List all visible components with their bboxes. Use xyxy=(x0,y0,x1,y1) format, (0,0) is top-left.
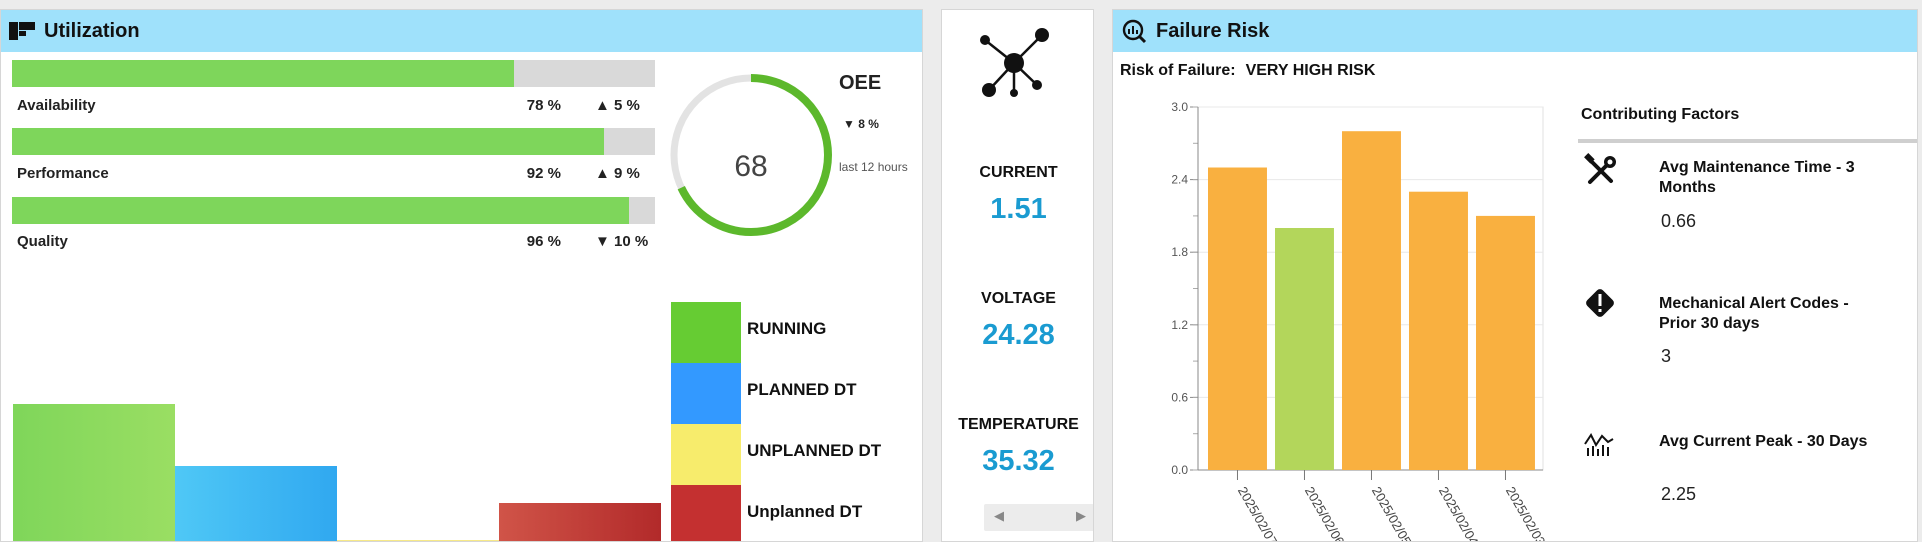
performance-label: Performance xyxy=(17,165,109,182)
utilization-panel: Utilization Availability 78 % ▲ 5 % Perf… xyxy=(0,9,923,542)
network-hub-icon xyxy=(974,18,1054,103)
risk-bar-chart: 0.0 0.6 1.2 1.8 2.4 3.0 2025/02/07 2025/02/06 20… xyxy=(1171,100,1549,542)
oee-title: OEE xyxy=(839,72,882,94)
performance-delta: ▲ 9 % xyxy=(595,165,640,182)
temperature-value: 35.32 xyxy=(982,445,1055,477)
oee-value: 68 xyxy=(734,150,768,183)
oee-gauge: 68 xyxy=(666,70,836,240)
y-tick-label: 2.4 xyxy=(1171,173,1188,187)
availability-label: Availability xyxy=(17,97,96,114)
contributing-factors-divider xyxy=(1578,139,1917,143)
x-tick-label: 2025/02/07 xyxy=(1235,484,1281,542)
x-tick-label: 2025/02/03 xyxy=(1503,484,1549,542)
legend-label-planned-dt: PLANNED DT xyxy=(747,380,857,399)
unplanned-dt-state-bar-2 xyxy=(499,503,661,541)
risk-bar xyxy=(1208,167,1267,470)
availability-bar xyxy=(12,60,655,87)
y-tick-label: 0.6 xyxy=(1171,390,1188,404)
y-tick-label: 1.8 xyxy=(1171,245,1188,259)
signal-chart-icon xyxy=(1583,430,1615,463)
temperature-label: TEMPERATURE xyxy=(958,416,1079,433)
factor-name-current-peak: Avg Current Peak - 30 Days xyxy=(1659,433,1868,450)
legend-label-running: RUNNING xyxy=(747,319,827,338)
running-state-bar xyxy=(13,404,175,541)
legend-swatch-unplanned-dt-2 xyxy=(671,485,741,541)
quality-delta: ▼ 10 % xyxy=(595,233,649,250)
performance-bar xyxy=(12,128,655,155)
performance-bar-fill xyxy=(12,128,604,155)
risk-bar xyxy=(1409,191,1468,470)
x-tick-label: 2025/02/04 xyxy=(1436,484,1482,542)
legend-label-unplanned-dt-2: Unplanned DT xyxy=(747,502,863,521)
contributing-factors-title: Contributing Factors xyxy=(1581,106,1740,123)
x-tick-label: 2025/02/05 xyxy=(1369,484,1415,542)
y-tick-label: 1.2 xyxy=(1171,318,1188,332)
scroll-right-icon[interactable]: ▶ xyxy=(1076,508,1086,524)
scroll-left-icon[interactable]: ◀ xyxy=(994,508,1004,524)
y-tick-label: 3.0 xyxy=(1171,100,1188,114)
sensor-panel: CURRENT 1.51 VOLTAGE 24.28 TEMPERATURE 3… xyxy=(941,9,1094,542)
utilization-title: Utilization xyxy=(44,19,140,42)
legend-swatch-unplanned-dt xyxy=(671,424,741,485)
availability-percent: 78 % xyxy=(526,97,561,114)
x-tick-label: 2025/02/06 xyxy=(1302,484,1348,542)
factor-name-maintenance: Avg Maintenance Time - 3 Months xyxy=(1659,159,1855,196)
legend-swatch-running xyxy=(671,302,741,363)
factor-value-maintenance: 0.66 xyxy=(1661,211,1697,231)
dashboard-icon xyxy=(9,22,35,40)
availability-delta: ▲ 5 % xyxy=(595,97,640,114)
quality-bar-fill xyxy=(12,197,630,224)
risk-bar xyxy=(1476,215,1535,470)
voltage-label: VOLTAGE xyxy=(981,290,1056,307)
current-value: 1.51 xyxy=(990,193,1047,225)
factor-value-current-peak: 2.25 xyxy=(1661,484,1697,504)
quality-label: Quality xyxy=(17,233,68,250)
legend-label-unplanned-dt: UNPLANNED DT xyxy=(747,441,882,460)
quality-percent: 96 % xyxy=(526,233,561,250)
risk-bar xyxy=(1342,131,1401,470)
y-tick-label: 0.0 xyxy=(1171,463,1188,477)
legend-swatch-planned-dt xyxy=(671,363,741,424)
planned-dt-state-bar xyxy=(175,466,337,541)
tools-icon xyxy=(1583,153,1619,194)
availability-bar-fill xyxy=(12,60,514,87)
failure-risk-panel: Failure Risk Risk of Failure: VERY HIGH R… xyxy=(1112,9,1918,542)
current-label: CURRENT xyxy=(979,164,1058,181)
performance-percent: 92 % xyxy=(526,165,561,182)
oee-subtitle: last 12 hours xyxy=(839,160,908,174)
utilization-header: Utilization xyxy=(1,10,922,52)
quality-bar xyxy=(12,197,655,224)
voltage-value: 24.28 xyxy=(982,319,1055,351)
alert-diamond-icon xyxy=(1583,286,1617,325)
factor-value-alert-codes: 3 xyxy=(1661,346,1672,366)
factor-name-alert-codes: Mechanical Alert Codes - Prior 30 days xyxy=(1659,295,1849,332)
risk-bar xyxy=(1275,228,1334,470)
horizontal-scrollbar[interactable]: ◀ ▶ xyxy=(984,504,1093,531)
oee-delta: ▼ 8 % xyxy=(843,117,879,131)
